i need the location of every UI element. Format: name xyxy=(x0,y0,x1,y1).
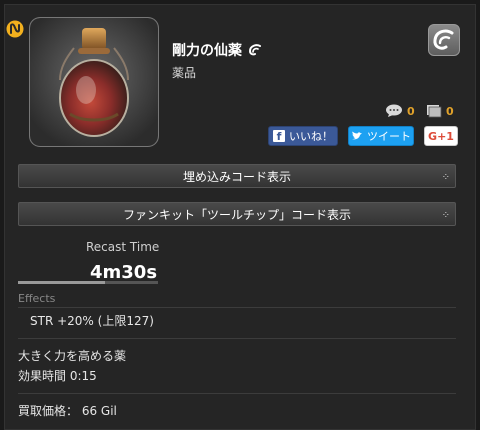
screenshots-count: 0 xyxy=(446,104,454,118)
facebook-like-button[interactable]: f いいね！ xyxy=(268,126,338,146)
hq-icon xyxy=(248,44,261,56)
effect-line: STR +20% (上限127) xyxy=(30,314,154,328)
description-line: 大きく力を高める薬 xyxy=(18,349,127,363)
screenshot-icon xyxy=(427,105,442,118)
embed-code-button[interactable]: 埋め込みコード表示 ⁘ xyxy=(18,164,456,188)
recast-time-label: Recast Time xyxy=(86,240,160,254)
tooltip-code-label: ファンキット「ツールチップ」コード表示 xyxy=(122,207,351,222)
recast-bar xyxy=(18,281,158,284)
tooltip-code-button[interactable]: ファンキット「ツールチップ」コード表示 ⁘ xyxy=(18,202,456,226)
divider xyxy=(18,393,456,394)
screenshots-counter[interactable]: 0 xyxy=(426,104,454,118)
gplus-label: G+1 xyxy=(428,129,454,143)
effects-label: Effects xyxy=(18,292,56,305)
item-name: 剛力の仙薬 xyxy=(172,43,242,59)
google-plus-button[interactable]: G+1 xyxy=(424,126,458,146)
comments-counter[interactable]: 0 xyxy=(385,104,415,118)
recast-time-value: 4m30s xyxy=(90,262,158,283)
item-category: 薬品 xyxy=(172,66,197,80)
divider xyxy=(18,307,456,308)
expand-icon: ⁘ xyxy=(441,172,450,183)
divider xyxy=(18,338,456,339)
recast-bar-fill xyxy=(18,281,105,284)
tweet-label: ツイート xyxy=(367,130,411,143)
item-title: 剛力の仙薬 xyxy=(172,40,262,60)
sell-price: 買取価格： 66 Gil xyxy=(18,404,117,418)
database-link-icon[interactable] xyxy=(428,24,460,56)
twitter-bird-icon xyxy=(352,131,362,140)
patch-icon xyxy=(6,20,24,38)
facebook-icon: f xyxy=(273,130,285,143)
comments-count: 0 xyxy=(407,104,415,118)
facebook-label: いいね！ xyxy=(289,130,333,143)
item-thumbnail xyxy=(30,18,158,146)
duration-line: 効果時間 0:15 xyxy=(18,369,97,383)
comment-icon xyxy=(386,104,402,117)
embed-code-label: 埋め込みコード表示 xyxy=(182,169,291,184)
tweet-button[interactable]: ツイート xyxy=(348,126,414,146)
expand-icon: ⁘ xyxy=(441,210,450,221)
